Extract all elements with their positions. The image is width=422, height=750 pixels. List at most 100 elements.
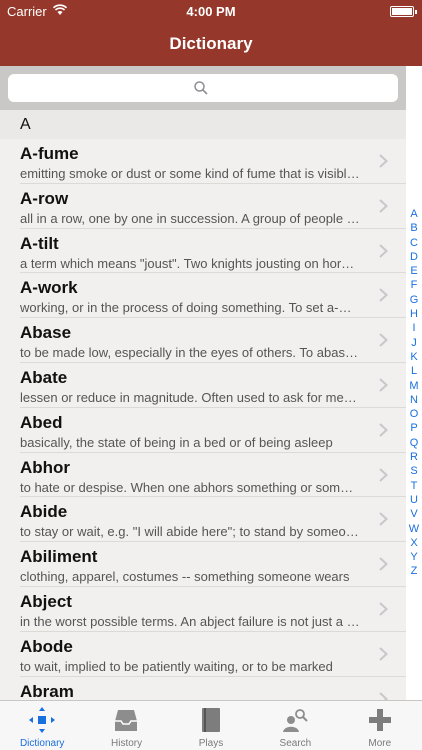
search-input[interactable] [8, 74, 398, 102]
index-letter[interactable]: Y [406, 550, 422, 564]
index-letter[interactable]: N [406, 393, 422, 407]
index-letter[interactable]: U [406, 493, 422, 507]
index-letter[interactable]: F [406, 278, 422, 292]
alphabet-index[interactable]: ABCDEFGHIJKLMNOPQRSTUVWXYZ [406, 207, 422, 579]
list-item[interactable]: Abhor to hate or despise. When one abhors… [20, 453, 406, 498]
index-letter[interactable]: T [406, 479, 422, 493]
chevron-right-icon [379, 691, 388, 700]
tab-bar: Dictionary History Plays Search More [0, 700, 422, 750]
list-item[interactable]: A-row all in a row, one by one in success… [20, 184, 406, 229]
entry-word: Abide [20, 502, 68, 522]
entry-word: Abed [20, 412, 63, 432]
index-letter[interactable]: W [406, 522, 422, 536]
index-letter[interactable]: Z [406, 564, 422, 578]
entry-word: Abase [20, 323, 72, 343]
search-field[interactable] [8, 74, 398, 102]
status-time: 4:00 PM [186, 4, 236, 19]
dictionary-icon [29, 707, 55, 733]
entry-definition: emitting smoke or dust or some kind of f… [20, 166, 360, 181]
entry-word: A-row [20, 188, 69, 208]
entry-word: Abiliment [20, 547, 98, 567]
tab-search[interactable]: Search [253, 701, 337, 750]
index-letter[interactable]: X [406, 536, 422, 550]
index-letter[interactable]: A [406, 207, 422, 221]
index-letter[interactable]: I [406, 321, 422, 335]
entry-word: A-fume [20, 144, 79, 163]
top-bar: Carrier 4:00 PM Dictionary [0, 0, 422, 66]
list-item[interactable]: Abase to be made low, especially in the e… [20, 318, 406, 363]
index-letter[interactable]: E [406, 264, 422, 278]
index-letter[interactable]: K [406, 350, 422, 364]
status-bar: Carrier 4:00 PM [0, 0, 422, 22]
history-tray-icon [115, 710, 138, 731]
list-item[interactable]: Abed basically, the state of being in a b… [20, 408, 406, 453]
entry-word: A-work [20, 278, 78, 298]
list-item[interactable]: A-tilt a term which means "joust". Two kn… [20, 229, 406, 274]
entry-word: Abram [20, 681, 74, 700]
chevron-right-icon [379, 512, 388, 527]
index-letter[interactable]: J [406, 336, 422, 350]
person-search-icon [283, 709, 308, 732]
plus-icon [368, 709, 391, 731]
chevron-right-icon [379, 154, 388, 168]
index-letter[interactable]: O [406, 407, 422, 421]
list-item[interactable]: Abode to wait, implied to be patiently wa… [20, 632, 406, 677]
entry-definition: clothing, apparel, costumes -- something… [20, 569, 350, 585]
chevron-right-icon [379, 199, 388, 213]
tab-label: Search [279, 738, 312, 749]
list-item[interactable]: Abject in the worst possible terms. An ab… [20, 587, 406, 632]
list-item[interactable]: A-work working, or in the process of doin… [20, 273, 406, 319]
index-letter[interactable]: L [406, 364, 422, 378]
index-letter[interactable]: P [406, 421, 422, 435]
chevron-right-icon [379, 333, 388, 347]
index-letter[interactable]: V [406, 507, 422, 521]
chevron-right-icon [379, 378, 388, 392]
chevron-right-icon [379, 602, 388, 616]
search-bar [0, 66, 406, 110]
entry-definition: to hate or despise. When one abhors some… [20, 479, 360, 495]
entry-word: A-tilt [20, 233, 59, 253]
tab-label: Plays [198, 738, 224, 749]
entry-definition: to stay or wait, e.g. "I will abide here… [20, 524, 360, 540]
chevron-right-icon [379, 243, 388, 258]
index-letter[interactable]: D [406, 250, 422, 264]
index-letter[interactable]: C [406, 236, 422, 250]
index-letter[interactable]: H [406, 307, 422, 321]
entry-word: Abject [20, 591, 72, 611]
list-item[interactable]: Abram [20, 677, 406, 700]
book-icon [201, 708, 220, 732]
list-item[interactable]: A-fume emitting smoke or dust or some kin… [20, 139, 406, 184]
index-letter[interactable]: M [406, 379, 422, 393]
tab-plays[interactable]: Plays [169, 701, 253, 750]
entry-definition: basically, the state of being in a bed o… [20, 434, 333, 450]
chevron-right-icon [379, 423, 388, 437]
index-letter[interactable]: S [406, 464, 422, 478]
tab-history[interactable]: History [84, 701, 168, 750]
tab-label: More [368, 738, 392, 749]
tab-label: Dictionary [19, 738, 65, 749]
list-item[interactable]: Abiliment clothing, apparel, costumes -- … [20, 542, 406, 587]
entry-word: Abate [20, 367, 68, 387]
list-item[interactable]: Abate lessen or reduce in magnitude. Ofte… [20, 363, 406, 408]
section-header: A [0, 110, 406, 139]
index-letter[interactable]: B [406, 221, 422, 235]
tab-dictionary[interactable]: Dictionary [0, 701, 84, 750]
chevron-right-icon [379, 288, 388, 303]
entry-definition: a term which means "joust". Two knights … [20, 255, 360, 271]
index-letter[interactable]: Q [406, 436, 422, 450]
battery-icon [390, 6, 417, 17]
chevron-right-icon [379, 647, 388, 661]
index-letter[interactable]: R [406, 450, 422, 464]
index-letter[interactable]: G [406, 293, 422, 307]
entry-definition: to wait, implied to be patiently waiting… [20, 658, 333, 674]
word-list[interactable]: A A-fume emitting smoke or dust or some k… [0, 110, 406, 700]
entry-definition: lessen or reduce in magnitude. Often use… [20, 389, 360, 405]
entry-definition: to be made low, especially in the eyes o… [20, 345, 360, 361]
list-item[interactable]: Abide to stay or wait, e.g. "I will abide… [20, 497, 406, 543]
entry-definition: in the worst possible terms. An abject f… [20, 613, 360, 629]
chevron-right-icon [379, 557, 388, 571]
entry-definition: all in a row, one by one in succession. … [20, 210, 360, 226]
page-title: Dictionary [169, 34, 253, 53]
chevron-right-icon [379, 467, 388, 482]
tab-more[interactable]: More [338, 701, 422, 750]
